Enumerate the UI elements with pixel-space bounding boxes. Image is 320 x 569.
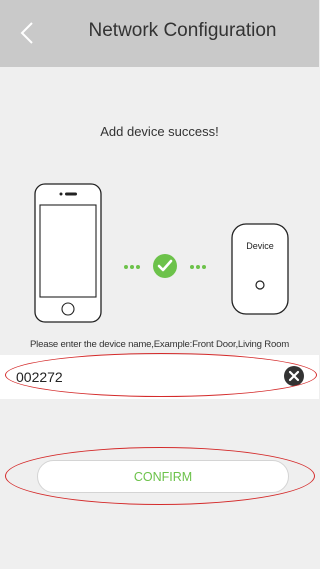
success-message: Add device success! <box>100 124 219 139</box>
checkmark-circle-icon <box>153 254 177 278</box>
page-title: Network Configuration <box>88 20 277 41</box>
device-name-row <box>0 355 319 399</box>
clear-input-button[interactable] <box>283 365 305 387</box>
device-name-hint: Please enter the device name,Example:Fro… <box>29 339 290 350</box>
chevron-left-icon <box>20 22 33 44</box>
device-name-input[interactable] <box>16 365 256 389</box>
phone-icon <box>34 183 102 323</box>
clear-x-icon <box>284 366 304 386</box>
back-button[interactable] <box>12 16 42 50</box>
connection-success-icon <box>124 254 206 278</box>
top-nav-bar: Network Configuration <box>0 0 319 67</box>
device-icon: Device <box>231 223 289 315</box>
device-label: Device <box>246 241 274 251</box>
confirm-button[interactable]: CONFIRM <box>37 460 289 493</box>
